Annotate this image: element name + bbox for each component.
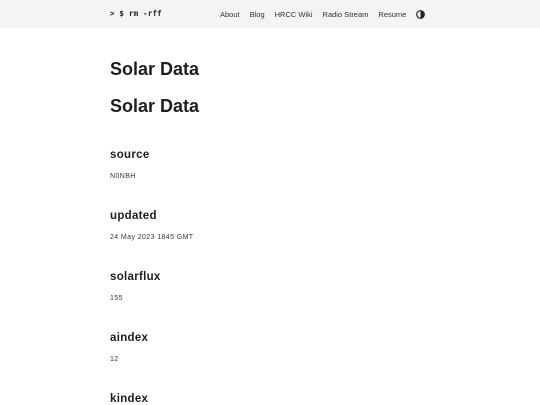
nav-hrcc-wiki[interactable]: HRCC Wiki: [275, 10, 313, 19]
top-header: > $ rm -rff About Blog HRCC Wiki Radio S…: [0, 0, 540, 28]
field-label-kindex: kindex: [110, 393, 149, 405]
page-subtitle: Solar Data: [110, 96, 200, 116]
field-label-aindex: aindex: [110, 332, 149, 344]
field-label-solarflux: solarflux: [110, 271, 161, 283]
field-value-updated: 24 May 2023 1845 GMT: [110, 234, 194, 241]
nav-resume[interactable]: Resume: [378, 10, 406, 19]
nav-blog[interactable]: Blog: [250, 10, 265, 19]
field-value-solarflux: 155: [110, 295, 123, 302]
site-logo[interactable]: > $ rm -rff: [110, 9, 162, 18]
nav-about[interactable]: About: [220, 10, 240, 19]
field-value-source: N0NBH: [110, 173, 136, 180]
field-label-source: source: [110, 149, 150, 161]
field-value-aindex: 12: [110, 356, 119, 363]
page-title: Solar Data: [110, 59, 200, 79]
nav-radio-stream[interactable]: Radio Stream: [323, 10, 369, 19]
field-label-updated: updated: [110, 210, 157, 222]
main-nav: About Blog HRCC Wiki Radio Stream Resume: [220, 9, 426, 19]
theme-toggle-icon[interactable]: [416, 9, 426, 19]
